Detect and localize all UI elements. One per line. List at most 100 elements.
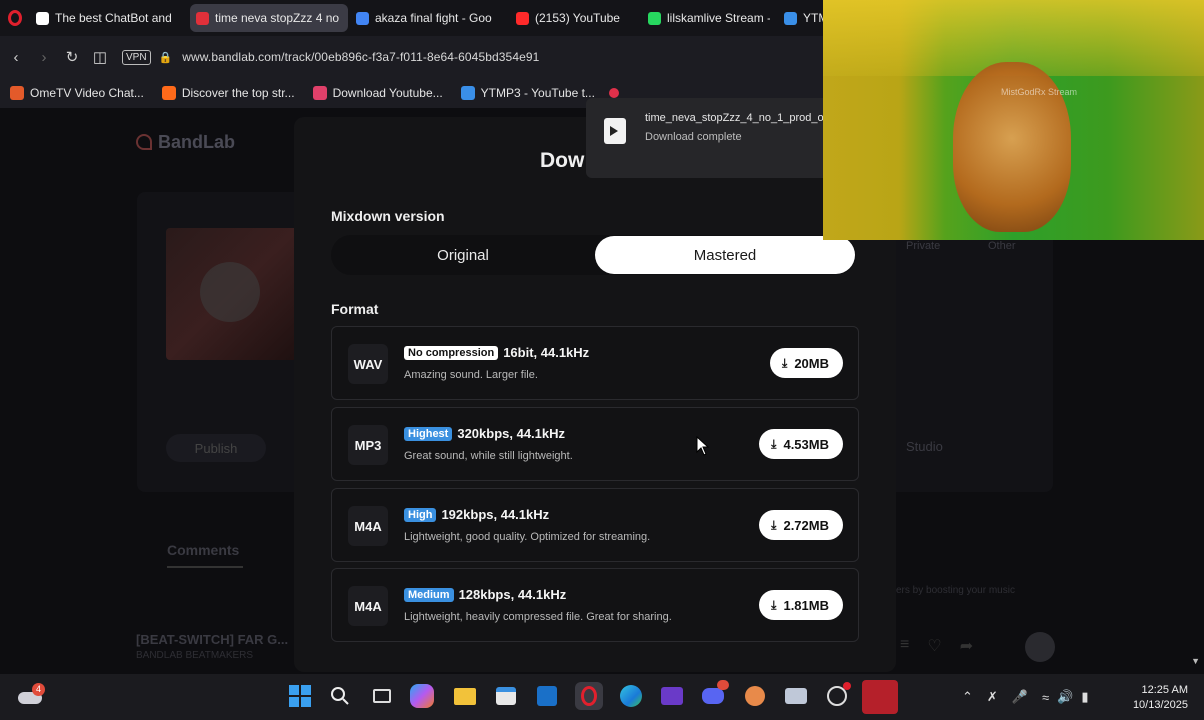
format-option[interactable]: M4A Medium 128kbps, 44.1kHz Lightweight, he… <box>331 568 859 642</box>
play-icon[interactable] <box>200 262 260 322</box>
start-button[interactable] <box>286 682 314 710</box>
edge-icon[interactable] <box>617 682 645 710</box>
volume-icon[interactable]: 🔊 <box>1057 689 1073 705</box>
tab-comments[interactable]: Comments <box>167 542 243 568</box>
clock[interactable]: 12:25 AM 10/13/2025 <box>1133 683 1188 713</box>
quality-tag: High <box>404 507 437 522</box>
game-app-icon[interactable] <box>741 682 769 710</box>
format-spec: 128kbps, 44.1kHz <box>458 587 567 602</box>
bookmark-label: Discover the top str... <box>181 86 295 100</box>
browser-tab[interactable]: time neva stopZzz 4 no 1 <box>190 4 348 32</box>
copilot-icon[interactable] <box>410 684 434 708</box>
tab-comments-label: Comments <box>167 542 240 558</box>
format-spec: 320kbps, 44.1kHz <box>457 426 566 441</box>
heart-icon[interactable]: ♡ <box>927 636 941 660</box>
back-icon[interactable]: ‹ <box>2 43 30 71</box>
format-badge: MP3 <box>348 425 388 465</box>
opera-taskbar-icon[interactable] <box>575 682 603 710</box>
forward-icon[interactable]: › <box>30 43 58 71</box>
weather-widget[interactable]: 4 <box>16 682 46 710</box>
bookmark-extra-icon[interactable] <box>608 88 619 98</box>
steam-icon[interactable] <box>823 682 851 710</box>
format-spec-line: High 192kbps, 44.1kHz <box>404 507 549 522</box>
bookmark-item[interactable]: Discover the top str... <box>161 86 295 100</box>
format-badge: M4A <box>348 506 388 546</box>
recording-app-icon[interactable] <box>862 680 898 714</box>
opera-logo-icon[interactable] <box>0 0 30 36</box>
discord-icon[interactable] <box>699 680 729 710</box>
browser-tab[interactable]: The best ChatBot and <box>30 4 188 32</box>
webcam-overlay-text: MistGodRx Stream <box>1001 87 1078 97</box>
mixdown-mastered-option[interactable]: Mastered <box>595 236 855 274</box>
file-explorer-icon[interactable] <box>451 682 479 710</box>
vpn-badge[interactable]: VPN <box>122 49 151 65</box>
wifi-icon[interactable]: ≈ <box>1042 690 1049 705</box>
tab-label: The best ChatBot and <box>55 11 172 25</box>
tab-label: lilskamlive Stream - W <box>667 11 770 25</box>
mixdown-original-option[interactable]: Original <box>333 236 593 274</box>
sidebar-toggle-icon[interactable]: ◫ <box>86 43 114 71</box>
bookmark-label: OmeTV Video Chat... <box>30 86 144 100</box>
download-button[interactable]: ⤓ 4.53MB <box>759 429 843 459</box>
scroll-down-icon[interactable]: ▼ <box>1191 656 1200 666</box>
download-icon: ⤓ <box>782 355 788 370</box>
task-view-icon[interactable] <box>368 682 396 710</box>
bookmark-item[interactable]: OmeTV Video Chat... <box>10 86 144 100</box>
store-icon[interactable] <box>492 682 520 710</box>
bookmark-item[interactable]: YTMP3 - YouTube t... <box>460 86 595 100</box>
battery-icon[interactable]: ▮ <box>1081 689 1088 705</box>
weather-badge: 4 <box>32 683 45 696</box>
screen: The best ChatBot and time neva stopZzz 4 … <box>0 0 1204 720</box>
search-icon[interactable] <box>326 682 354 710</box>
format-option[interactable]: WAV No compression 16bit, 44.1kHz Amazing s… <box>331 326 859 400</box>
outlook-icon[interactable] <box>533 682 561 710</box>
quality-tag: Medium <box>404 587 454 602</box>
bookmark-label: YTMP3 - YouTube t... <box>480 86 595 100</box>
studio-button[interactable]: Studio <box>906 439 943 454</box>
mixdown-label: Mixdown version <box>331 208 445 224</box>
player-track-title[interactable]: [BEAT-SWITCH] FAR G... <box>136 632 288 647</box>
chevron-up-icon[interactable]: ⌃ <box>962 689 973 705</box>
tab-favicon-icon <box>516 11 529 25</box>
windows-icon <box>289 685 311 707</box>
video-editor-icon[interactable] <box>658 682 686 710</box>
bandlab-logo[interactable]: BandLab <box>136 132 235 153</box>
download-size: 20MB <box>794 355 829 371</box>
bookmark-item[interactable]: Download Youtube... <box>312 86 443 100</box>
track-artwork[interactable] <box>166 228 298 360</box>
taskbar: 4 ⌃ ✗ 🎤 ≈ 🔊 ▮ 12:25 AM 10/13/2025 <box>0 674 1204 720</box>
download-button[interactable]: ⤓ 1.81MB <box>759 590 843 620</box>
browser-tab[interactable]: akaza final fight - Goo <box>350 4 508 32</box>
download-icon: ⤓ <box>771 597 777 612</box>
camera-icon[interactable] <box>782 682 810 710</box>
webcam-overlay: MistGodRx Stream <box>823 0 1204 240</box>
privacy-private[interactable]: Private <box>906 240 940 252</box>
format-description: Lightweight, heavily compressed file. Gr… <box>404 611 672 623</box>
reload-icon[interactable]: ↻ <box>58 43 86 71</box>
download-button[interactable]: ⤓ 2.72MB <box>759 510 843 540</box>
format-spec: 16bit, 44.1kHz <box>503 345 590 360</box>
clock-time: 12:25 AM <box>1141 684 1188 696</box>
privacy-other[interactable]: Other <box>988 240 1016 252</box>
browser-tab[interactable]: lilskamlive Stream - W <box>642 4 776 32</box>
download-button[interactable]: ⤓ 20MB <box>770 348 843 378</box>
network-status-icon[interactable]: ✗ <box>987 689 998 705</box>
url-field[interactable]: www.bandlab.com/track/00eb896c-f3a7-f011… <box>182 50 539 64</box>
queue-icon[interactable]: ≡ <box>900 636 909 660</box>
format-spec-line: Highest 320kbps, 44.1kHz <box>404 426 565 441</box>
bookmark-favicon-icon <box>10 86 24 100</box>
browser-tab[interactable]: (2153) YouTube <box>510 4 640 32</box>
format-description: Lightweight, good quality. Optimized for… <box>404 531 651 543</box>
format-badge: M4A <box>348 586 388 626</box>
format-option[interactable]: M4A High 192kbps, 44.1kHz Lightweight, good… <box>331 488 859 562</box>
format-option[interactable]: MP3 Highest 320kbps, 44.1kHz Great sound, w… <box>331 407 859 481</box>
player-track-artist[interactable]: BANDLAB BEATMAKERS <box>136 650 253 661</box>
mouse-cursor-icon <box>696 436 710 456</box>
download-status: Download complete <box>645 131 742 143</box>
share-icon[interactable]: ➦ <box>960 636 973 660</box>
bookmarks-list: OmeTV Video Chat... Discover the top str.… <box>10 86 613 100</box>
lock-icon[interactable]: 🔒 <box>159 51 173 64</box>
avatar[interactable] <box>1025 632 1055 662</box>
microphone-icon[interactable]: 🎤 <box>1012 689 1028 705</box>
publish-button[interactable]: Publish <box>166 434 266 462</box>
